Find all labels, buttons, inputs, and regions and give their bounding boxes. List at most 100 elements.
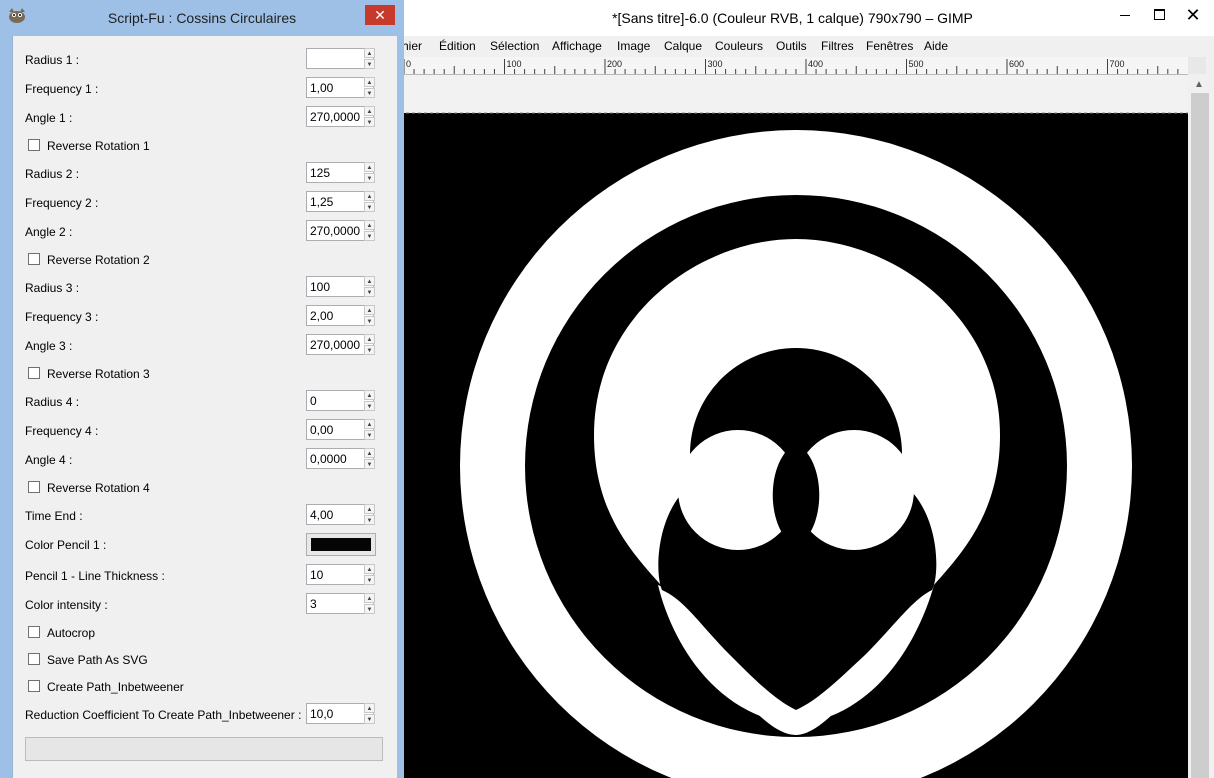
angle-2-input[interactable] (310, 222, 364, 240)
menu-aide[interactable]: Aide (924, 39, 948, 53)
spin-down-icon[interactable]: ▼ (364, 88, 375, 98)
color-intensity-spinner[interactable]: ▲ ▼ (364, 593, 375, 614)
maximize-button[interactable] (1142, 0, 1176, 30)
radius-2-spinner[interactable]: ▲ ▼ (364, 162, 375, 183)
save-path-svg-row[interactable]: Save Path As SVG (13, 648, 397, 672)
spin-up-icon[interactable]: ▲ (364, 390, 375, 400)
reverse-rotation-1-checkbox[interactable] (28, 139, 40, 151)
spin-down-icon[interactable]: ▼ (364, 430, 375, 440)
menu-selection[interactable]: Sélection (490, 39, 539, 53)
close-button[interactable]: ✕ (1176, 0, 1210, 30)
vertical-scrollbar[interactable]: ▲ (1188, 75, 1214, 778)
reverse-rotation-3-label[interactable]: Reverse Rotation 3 (47, 367, 150, 381)
menu-affichage[interactable]: Affichage (552, 39, 602, 53)
frequency-1-input[interactable] (310, 79, 364, 97)
spin-down-icon[interactable]: ▼ (364, 401, 375, 411)
time-end-spinner[interactable]: ▲ ▼ (364, 504, 375, 525)
spin-down-icon[interactable]: ▼ (364, 459, 375, 469)
spin-down-icon[interactable]: ▼ (364, 202, 375, 212)
menu-edition[interactable]: Édition (439, 39, 476, 53)
angle-4-input[interactable] (310, 450, 364, 468)
reduction-coefficient-spinner[interactable]: ▲ ▼ (364, 703, 375, 724)
spin-up-icon[interactable]: ▲ (364, 191, 375, 201)
menu-outils[interactable]: Outils (776, 39, 807, 53)
dialog-close-button[interactable]: ✕ (365, 5, 395, 25)
autocrop-label[interactable]: Autocrop (47, 626, 95, 640)
create-path-inbetweener-label[interactable]: Create Path_Inbetweener (47, 680, 184, 694)
spin-down-icon[interactable]: ▼ (364, 59, 375, 69)
angle-1-spinner[interactable]: ▲ ▼ (364, 106, 375, 127)
line-thickness-input[interactable] (310, 566, 364, 584)
reverse-rotation-3-row[interactable]: Reverse Rotation 3 (13, 362, 397, 386)
reverse-rotation-1-label[interactable]: Reverse Rotation 1 (47, 139, 150, 153)
menu-fenetres[interactable]: Fenêtres (866, 39, 913, 53)
spin-up-icon[interactable]: ▲ (364, 162, 375, 172)
angle-4-spinner[interactable]: ▲ ▼ (364, 448, 375, 469)
color-pencil-1-button[interactable] (306, 533, 376, 556)
spin-up-icon[interactable]: ▲ (364, 305, 375, 315)
reverse-rotation-4-label[interactable]: Reverse Rotation 4 (47, 481, 150, 495)
color-intensity-input[interactable] (310, 595, 364, 613)
save-path-svg-label[interactable]: Save Path As SVG (47, 653, 148, 667)
image-canvas[interactable] (400, 75, 1188, 778)
frequency-4-input[interactable] (310, 421, 364, 439)
menu-image[interactable]: Image (617, 39, 650, 53)
spin-up-icon[interactable]: ▲ (364, 334, 375, 344)
angle-3-spinner[interactable]: ▲ ▼ (364, 334, 375, 355)
spin-up-icon[interactable]: ▲ (364, 504, 375, 514)
navigate-icon[interactable] (1188, 57, 1206, 74)
reverse-rotation-4-row[interactable]: Reverse Rotation 4 (13, 476, 397, 500)
line-thickness-spinner[interactable]: ▲ ▼ (364, 564, 375, 585)
angle-1-input[interactable] (310, 108, 364, 126)
scrollbar-thumb[interactable] (1191, 93, 1209, 778)
spin-down-icon[interactable]: ▼ (364, 316, 375, 326)
radius-4-input[interactable] (310, 392, 364, 410)
frequency-3-spinner[interactable]: ▲ ▼ (364, 305, 375, 326)
reverse-rotation-2-checkbox[interactable] (28, 253, 40, 265)
create-path-inbetweener-row[interactable]: Create Path_Inbetweener (13, 675, 397, 699)
spin-up-icon[interactable]: ▲ (364, 419, 375, 429)
spin-up-icon[interactable]: ▲ (364, 448, 375, 458)
spin-down-icon[interactable]: ▼ (364, 173, 375, 183)
spin-up-icon[interactable]: ▲ (364, 106, 375, 116)
spin-up-icon[interactable]: ▲ (364, 276, 375, 286)
spin-down-icon[interactable]: ▼ (364, 575, 375, 585)
spin-down-icon[interactable]: ▼ (364, 714, 375, 724)
radius-1-input[interactable] (310, 50, 328, 68)
spin-up-icon[interactable]: ▲ (364, 77, 375, 87)
spin-down-icon[interactable]: ▼ (364, 515, 375, 525)
time-end-input[interactable] (310, 506, 364, 524)
radius-3-input[interactable] (310, 278, 364, 296)
autocrop-row[interactable]: Autocrop (13, 621, 397, 645)
menu-filtres[interactable]: Filtres (821, 39, 854, 53)
spin-down-icon[interactable]: ▼ (364, 117, 375, 127)
frequency-3-input[interactable] (310, 307, 364, 325)
reverse-rotation-3-checkbox[interactable] (28, 367, 40, 379)
reverse-rotation-2-row[interactable]: Reverse Rotation 2 (13, 248, 397, 272)
reverse-rotation-2-label[interactable]: Reverse Rotation 2 (47, 253, 150, 267)
horizontal-ruler[interactable]: 0 100 200 300 400 500 600 700 (400, 57, 1188, 75)
frequency-2-input[interactable] (310, 193, 364, 211)
radius-2-input[interactable] (310, 164, 364, 182)
radius-4-spinner[interactable]: ▲ ▼ (364, 390, 375, 411)
autocrop-checkbox[interactable] (28, 626, 40, 638)
radius-1-spinner[interactable]: ▲ ▼ (364, 48, 375, 69)
spin-down-icon[interactable]: ▼ (364, 231, 375, 241)
angle-3-input[interactable] (310, 336, 364, 354)
scroll-up-icon[interactable]: ▲ (1194, 79, 1204, 90)
spin-down-icon[interactable]: ▼ (364, 287, 375, 297)
minimize-button[interactable] (1108, 0, 1142, 30)
frequency-1-spinner[interactable]: ▲ ▼ (364, 77, 375, 98)
spin-up-icon[interactable]: ▲ (364, 564, 375, 574)
spin-up-icon[interactable]: ▲ (364, 220, 375, 230)
create-path-inbetweener-checkbox[interactable] (28, 680, 40, 692)
reduction-coefficient-input[interactable] (310, 705, 364, 723)
frequency-4-spinner[interactable]: ▲ ▼ (364, 419, 375, 440)
spin-up-icon[interactable]: ▲ (364, 593, 375, 603)
frequency-2-spinner[interactable]: ▲ ▼ (364, 191, 375, 212)
menu-couleurs[interactable]: Couleurs (715, 39, 763, 53)
spin-down-icon[interactable]: ▼ (364, 604, 375, 614)
reverse-rotation-4-checkbox[interactable] (28, 481, 40, 493)
reverse-rotation-1-row[interactable]: Reverse Rotation 1 (13, 134, 397, 158)
radius-3-spinner[interactable]: ▲ ▼ (364, 276, 375, 297)
